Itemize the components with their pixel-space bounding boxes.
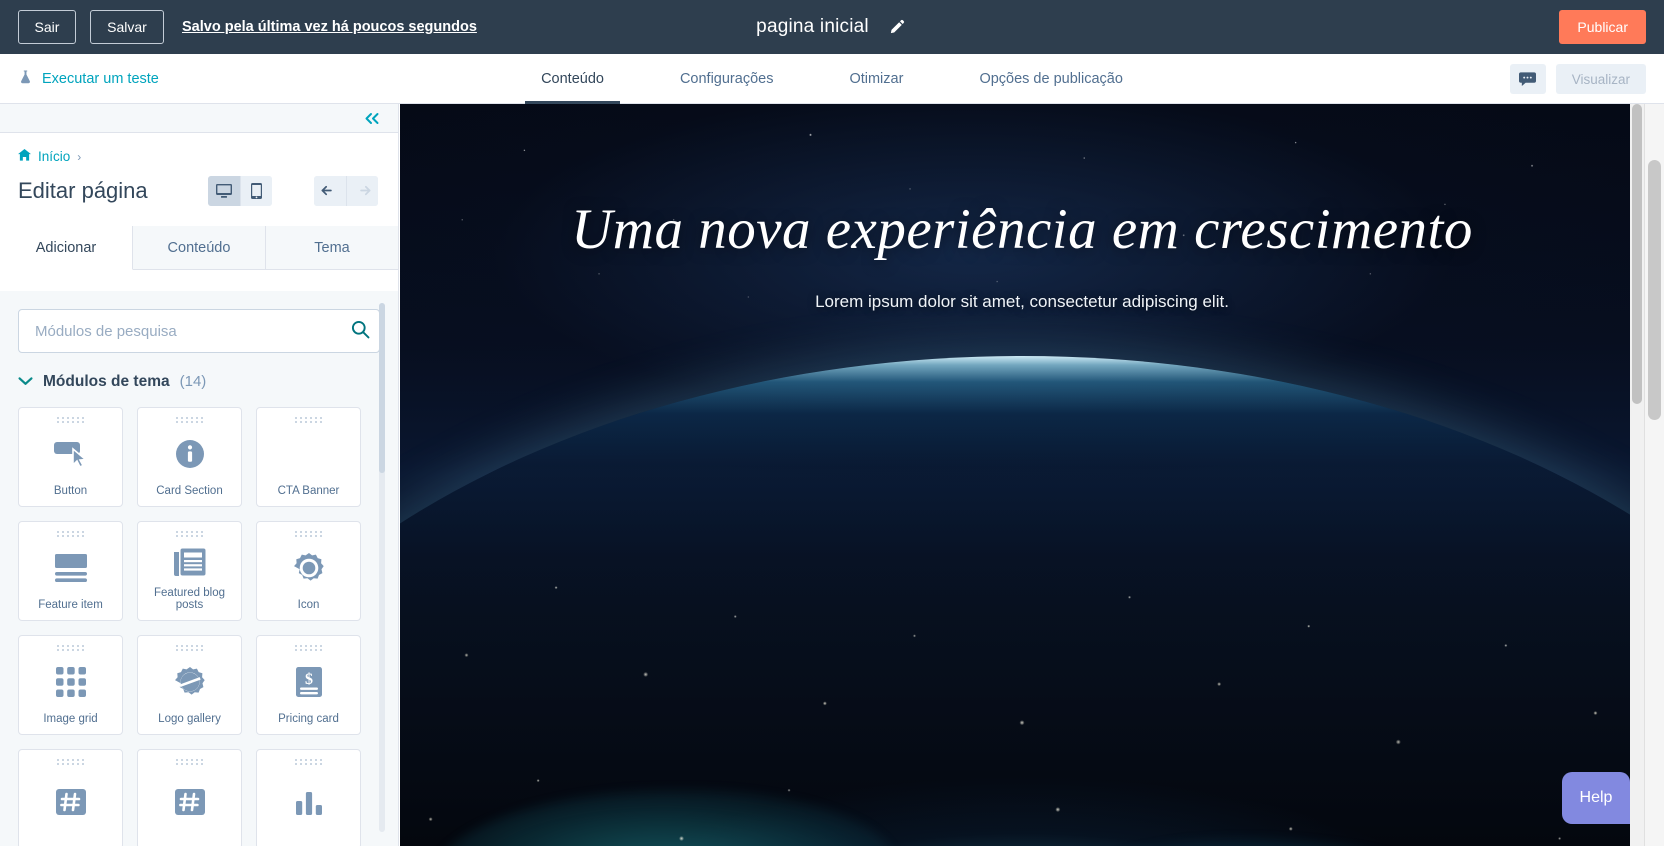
- module-label: Logo gallery: [158, 713, 221, 725]
- theme-modules-group-header[interactable]: Módulos de tema (14): [0, 353, 398, 391]
- module-card-logo-gallery[interactable]: Logo gallery: [137, 635, 242, 735]
- hero-heading[interactable]: Uma nova experiência em crescimento: [440, 200, 1604, 260]
- sidebar-tab-conteudo[interactable]: Conteúdo: [133, 226, 266, 269]
- run-test-link[interactable]: Executar um teste: [18, 54, 159, 104]
- module-icon-placeholder: [257, 423, 360, 485]
- sidebar-tab-tema[interactable]: Tema: [266, 226, 398, 269]
- tab-conteudo[interactable]: Conteúdo: [503, 54, 642, 104]
- mobile-icon[interactable]: [239, 176, 272, 206]
- hash-box-icon: [138, 765, 241, 839]
- tab-configuracoes[interactable]: Configurações: [642, 54, 812, 104]
- module-card-button[interactable]: Button: [18, 407, 123, 507]
- module-card-image-grid[interactable]: Image grid: [18, 635, 123, 735]
- page-preview-canvas: Uma nova experiência em crescimento Lore…: [400, 104, 1644, 846]
- svg-text:$: $: [305, 671, 313, 688]
- last-saved-status-link[interactable]: Salvo pela última vez há poucos segundos: [182, 19, 477, 35]
- redo-icon[interactable]: [345, 176, 378, 206]
- module-label: Button: [53, 485, 88, 497]
- exit-button[interactable]: Sair: [18, 10, 76, 44]
- grid-dots-icon: [19, 651, 122, 713]
- module-card-featured-blog-posts[interactable]: Featured blog posts: [137, 521, 242, 621]
- undo-icon[interactable]: [313, 176, 346, 206]
- module-card-card-section[interactable]: Card Section: [137, 407, 242, 507]
- window-scrollbar-track[interactable]: [1644, 104, 1664, 846]
- preview-button[interactable]: Visualizar: [1555, 64, 1646, 94]
- hash-box-icon: [19, 765, 122, 839]
- group-count: (14): [179, 373, 207, 390]
- newspaper-icon: [138, 537, 241, 587]
- module-label: Card Section: [156, 485, 223, 497]
- badge-circle-icon: [257, 537, 360, 599]
- home-icon: [18, 149, 31, 164]
- module-card-partial-2[interactable]: [137, 749, 242, 846]
- module-card-feature-item[interactable]: Feature item: [18, 521, 123, 621]
- sidebar-tab-list: Adicionar Conteúdo Tema: [0, 226, 398, 270]
- history-controls: [313, 176, 378, 206]
- info-circle-icon: [138, 423, 241, 485]
- page-title: pagina inicial: [756, 16, 869, 37]
- hero-content: Uma nova experiência em crescimento Lore…: [400, 200, 1644, 312]
- sidebar-header: Editar página: [0, 164, 398, 210]
- feature-lines-icon: [19, 537, 122, 599]
- breadcrumb: Início ›: [0, 133, 398, 164]
- top-bar: Sair Salvar Salvo pela última vez há pou…: [0, 0, 1664, 54]
- button-cursor-icon: [19, 423, 122, 485]
- pencil-icon[interactable]: [886, 16, 908, 38]
- module-label: Pricing card: [278, 713, 339, 725]
- comment-icon[interactable]: [1509, 64, 1546, 94]
- help-button[interactable]: Help: [1562, 772, 1630, 824]
- publish-button[interactable]: Publicar: [1559, 10, 1646, 44]
- module-card-icon[interactable]: Icon: [256, 521, 361, 621]
- page-heading: Editar página: [18, 178, 148, 203]
- double-chevron-left-icon[interactable]: [364, 112, 380, 125]
- window-scrollbar-thumb[interactable]: [1648, 160, 1661, 420]
- canvas-scrollbar-track[interactable]: [1630, 104, 1644, 846]
- chevron-down-icon: [18, 376, 33, 386]
- module-grid: Button Card Section CTA Banner Feature i…: [0, 391, 398, 846]
- nav-tab-list: Conteúdo Configurações Otimizar Opções d…: [0, 54, 1664, 104]
- search-icon[interactable]: [351, 320, 370, 339]
- nav-right-actions: Visualizar: [1509, 54, 1646, 104]
- module-label: [19, 839, 122, 846]
- module-card-cta-banner[interactable]: CTA Banner: [256, 407, 361, 507]
- earth-surface: [400, 356, 1644, 846]
- module-label: [138, 839, 241, 846]
- breadcrumb-separator: ›: [77, 149, 82, 164]
- group-title: Módulos de tema: [43, 373, 170, 390]
- module-label: Featured blog posts: [154, 587, 225, 611]
- breadcrumb-home-link[interactable]: Início: [38, 149, 70, 164]
- module-card-partial-3[interactable]: [256, 749, 361, 846]
- module-label: CTA Banner: [277, 485, 340, 497]
- tab-opcoes-de-publicacao[interactable]: Opções de publicação: [941, 54, 1161, 104]
- device-preview-toggle: [207, 176, 272, 206]
- module-card-pricing-card[interactable]: $ Pricing card: [256, 635, 361, 735]
- sidebar-scrollbar-thumb[interactable]: [379, 303, 385, 473]
- canvas-scrollbar-thumb[interactable]: [1632, 104, 1642, 404]
- save-button[interactable]: Salvar: [90, 10, 164, 44]
- search-container: [0, 291, 398, 353]
- module-label: Feature item: [38, 599, 103, 611]
- flask-icon: [18, 69, 33, 89]
- sidebar-tab-adicionar[interactable]: Adicionar: [0, 226, 133, 270]
- bar-chart-icon: [257, 765, 360, 839]
- sidebar-collapse-bar: [0, 104, 398, 133]
- run-test-label: Executar um teste: [42, 71, 159, 87]
- desktop-icon[interactable]: [207, 176, 240, 206]
- module-label: Icon: [297, 599, 320, 611]
- hero-subheading[interactable]: Lorem ipsum dolor sit amet, consectetur …: [440, 292, 1604, 312]
- module-label: [257, 839, 360, 846]
- secondary-nav-bar: Executar um teste Conteúdo Configurações…: [0, 54, 1664, 104]
- tab-otimizar[interactable]: Otimizar: [811, 54, 941, 104]
- badge-slash-icon: [138, 651, 241, 713]
- city-lights: [400, 356, 1644, 846]
- price-tag-icon: $: [257, 651, 360, 713]
- module-card-partial-1[interactable]: [18, 749, 123, 846]
- left-sidebar: Início › Editar página Adicionar Conteúd…: [0, 104, 399, 846]
- sidebar-content-panel: Módulos de tema (14) Button: [0, 291, 398, 846]
- search-input[interactable]: [18, 309, 380, 353]
- module-label: Image grid: [43, 713, 98, 725]
